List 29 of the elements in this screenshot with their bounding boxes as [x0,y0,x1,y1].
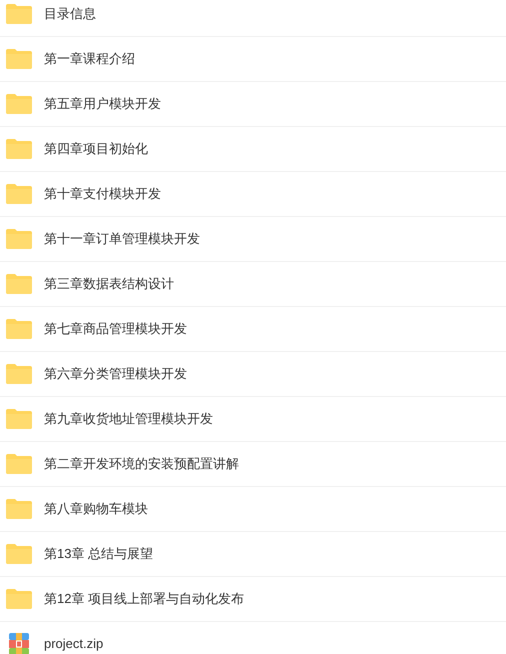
file-name[interactable]: project.zip [44,634,104,654]
file-name[interactable]: 第八章购物车模块 [44,499,148,519]
folder-icon [5,273,33,295]
folder-icon [5,408,33,430]
file-name[interactable]: 第四章项目初始化 [44,139,148,159]
file-name[interactable]: 第六章分类管理模块开发 [44,364,187,384]
file-name[interactable]: 第二章开发环境的安装预配置讲解 [44,454,239,474]
file-name[interactable]: 第13章 总结与展望 [44,544,154,564]
folder-icon [5,318,33,340]
folder-icon [5,3,33,25]
file-name[interactable]: 目录信息 [44,4,96,24]
file-name[interactable]: 第七章商品管理模块开发 [44,319,187,339]
folder-icon [5,48,33,70]
folder-icon [5,138,33,160]
folder-icon [5,228,33,250]
file-name[interactable]: 第三章数据表结构设计 [44,274,174,294]
folder-icon [5,453,33,475]
folder-icon [5,588,33,610]
folder-icon [5,183,33,205]
folder-icon [5,93,33,115]
file-name[interactable]: 第九章收货地址管理模块开发 [44,409,213,429]
file-name[interactable]: 第十一章订单管理模块开发 [44,229,200,249]
file-name[interactable]: 第一章课程介绍 [44,49,135,69]
folder-icon [5,498,33,520]
file-name[interactable]: 第12章 项目线上部署与自动化发布 [44,589,244,609]
file-name[interactable]: 第十章支付模块开发 [44,184,161,204]
folder-icon [5,363,33,385]
folder-icon [5,543,33,565]
file-name[interactable]: 第五章用户模块开发 [44,94,161,114]
